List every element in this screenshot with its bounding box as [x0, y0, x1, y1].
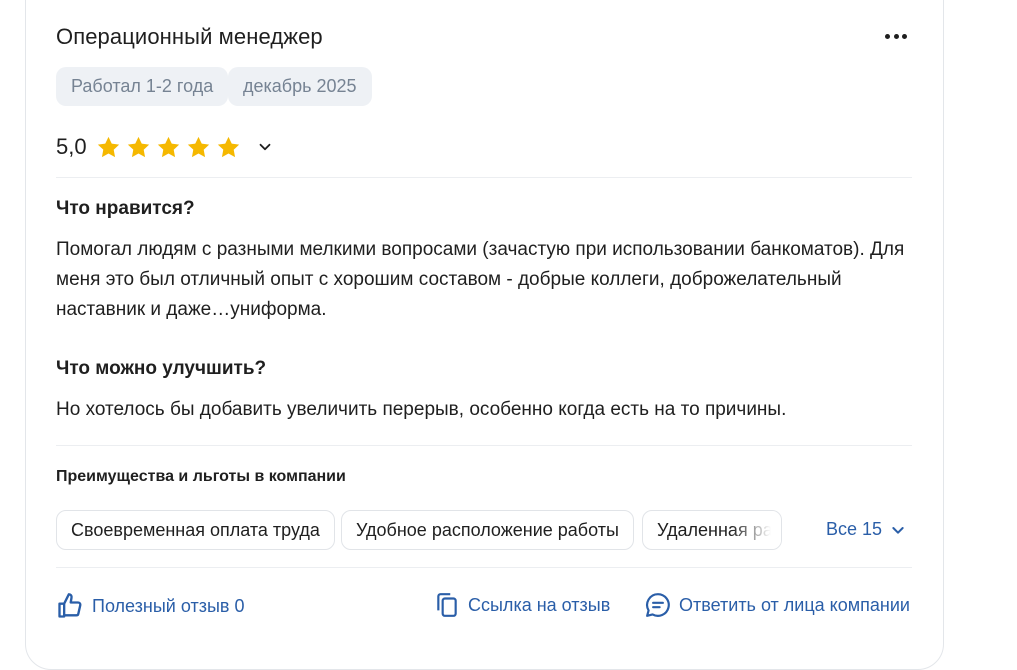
- more-options-button[interactable]: [880, 24, 912, 48]
- divider: [56, 177, 912, 178]
- improve-text: Но хотелось бы добавить увеличить переры…: [56, 399, 787, 420]
- star-icon: [127, 136, 149, 157]
- improve-heading: Что можно улучшить?: [56, 358, 267, 379]
- fade-overlay: [731, 511, 781, 549]
- more-dot: [902, 33, 908, 39]
- more-dot: [893, 33, 899, 39]
- more-dots-icon: [884, 33, 890, 39]
- chevron-down-icon[interactable]: [256, 138, 274, 156]
- tag-tenure: Работал 1-2 года: [56, 67, 229, 106]
- reply-label: Ответить от лица компании: [679, 594, 910, 615]
- review-title: Операционный менеджер: [56, 24, 323, 49]
- reply-as-company-button[interactable]: Ответить от лица компании: [645, 592, 910, 618]
- copy-link-button[interactable]: Ссылка на отзыв: [434, 592, 610, 618]
- star-icon: [157, 136, 179, 157]
- thumbs-up-icon: [58, 593, 82, 618]
- rating: 5,0: [56, 134, 274, 160]
- likes-heading: Что нравится?: [56, 198, 195, 219]
- chevron-down-icon: [892, 526, 904, 534]
- chat-bubble-icon: [646, 593, 670, 617]
- helpful-button[interactable]: Полезный отзыв 0: [56, 592, 244, 620]
- star-icon: [187, 136, 209, 157]
- rating-value: 5,0: [56, 134, 87, 159]
- star-icon: [97, 136, 119, 157]
- benefit-chip[interactable]: Удобное расположение работы: [341, 510, 634, 550]
- copy-link-icon: [437, 593, 457, 617]
- benefit-chip[interactable]: Своевременная оплата труда: [56, 510, 335, 550]
- copy-link-label: Ссылка на отзыв: [468, 594, 611, 615]
- divider: [56, 567, 912, 568]
- helpful-label: Полезный отзыв 0: [92, 595, 245, 616]
- divider: [56, 445, 912, 446]
- star-icon: [217, 136, 239, 157]
- tag-date: декабрь 2025: [228, 67, 372, 106]
- benefits-heading: Преимущества и льготы в компании: [56, 468, 346, 485]
- benefit-chip[interactable]: Удаленная работа: [642, 510, 782, 550]
- likes-text: Помогал людям с разными мелкими вопросам…: [56, 239, 905, 320]
- all-benefits-label: Все 15: [826, 519, 883, 539]
- all-benefits-button[interactable]: Все 15: [826, 519, 906, 540]
